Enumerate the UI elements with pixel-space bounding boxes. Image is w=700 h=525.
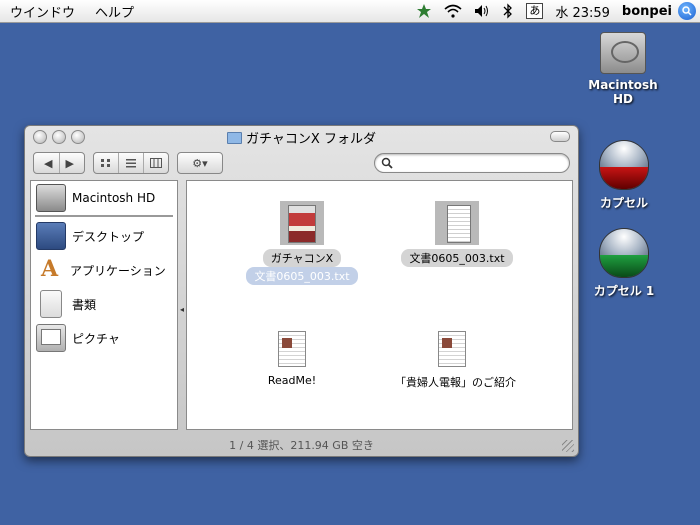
sidebar-item-applications[interactable]: アプリケーション (31, 253, 177, 287)
file-item[interactable]: ガチャコンX 文書0605_003.txt (242, 201, 362, 285)
view-buttons (93, 152, 169, 174)
folder-icon (227, 131, 243, 144)
window-content: Macintosh HD デスクトップ アプリケーション 書類 ピクチャ ◂ (30, 180, 573, 430)
menu-bar: ウインドウ ヘルプ あ 水 23:59 bonpei (0, 0, 700, 23)
menu-help[interactable]: ヘルプ (85, 2, 144, 21)
search-icon (381, 157, 393, 169)
capsule-icon (599, 140, 649, 190)
file-item[interactable]: 「貴婦人電報」のご紹介 (387, 331, 517, 391)
file-name: ReadMe! (267, 374, 317, 387)
volume-icon[interactable] (468, 4, 496, 18)
toolbar-toggle-button[interactable] (550, 131, 570, 142)
desktop-capsule[interactable]: カプセル (586, 140, 662, 211)
document-icon (278, 331, 306, 367)
sidebar-item-pictures[interactable]: ピクチャ (31, 321, 177, 355)
back-button[interactable]: ◀ (38, 153, 60, 173)
status-bar: 1 / 4 選択、211.94 GB 空き (229, 439, 374, 452)
image-file-icon (280, 201, 324, 245)
desktop-capsule-label: カプセル (599, 196, 648, 210)
bluetooth-icon[interactable] (496, 3, 520, 19)
search-input[interactable] (393, 155, 569, 171)
menu-extras: あ 水 23:59 bonpei (410, 0, 700, 22)
sidebar-item-desktop[interactable]: デスクトップ (31, 219, 177, 253)
sidebar-item-label: Macintosh HD (72, 191, 156, 205)
resize-grip[interactable] (562, 440, 574, 452)
file-item[interactable]: 文書0605_003.txt (392, 201, 522, 267)
rename-field[interactable]: 文書0605_003.txt (246, 267, 358, 285)
documents-icon (40, 290, 62, 318)
window-title-text: ガチャコンX フォルダ (246, 131, 376, 147)
spotlight-icon[interactable] (678, 2, 696, 20)
nav-buttons: ◀ ▶ (33, 152, 85, 174)
sidebar-item-label: デスクトップ (72, 229, 145, 244)
file-area: ガチャコンX 文書0605_003.txt 文書0605_003.txt Rea… (186, 180, 573, 430)
file-name: 「貴婦人電報」のご紹介 (395, 376, 516, 389)
menu-clock[interactable]: 水 23:59 (549, 2, 616, 21)
sidebar: Macintosh HD デスクトップ アプリケーション 書類 ピクチャ ◂ (30, 180, 184, 430)
menu-user[interactable]: bonpei (616, 4, 678, 19)
desktop-hd[interactable]: Macintosh HD (578, 32, 668, 106)
title-bar[interactable]: ガチャコンX フォルダ (25, 126, 578, 148)
hard-disk-icon (36, 184, 66, 212)
action-menu-button[interactable]: ⚙▾ (177, 152, 223, 174)
file-item[interactable]: ReadMe! (252, 331, 332, 388)
sidebar-resize-handle[interactable]: ◂ (180, 305, 184, 314)
sidebar-item-documents[interactable]: 書類 (31, 287, 177, 321)
sidebar-item-label: ピクチャ (72, 331, 120, 346)
list-view-button[interactable] (119, 153, 144, 173)
finder-window: ガチャコンX フォルダ ◀ ▶ ⚙▾ Macintosh HD デスクトップ A… (24, 125, 579, 457)
desktop-capsule-1[interactable]: カプセル 1 (586, 228, 662, 299)
text-file-icon (435, 201, 479, 245)
search-field[interactable] (374, 153, 570, 173)
applications-icon (36, 256, 64, 283)
sidebar-divider (35, 215, 173, 217)
forward-button[interactable]: ▶ (60, 153, 80, 173)
column-view-button[interactable] (144, 153, 168, 173)
leaf-icon[interactable] (410, 3, 438, 19)
gear-icon: ⚙▾ (192, 156, 208, 170)
desktop-icon (36, 222, 66, 250)
pictures-icon (36, 324, 66, 352)
wifi-icon[interactable] (438, 4, 468, 18)
toolbar: ◀ ▶ ⚙▾ (25, 148, 578, 178)
desktop-capsule-1-label: カプセル 1 (593, 284, 655, 298)
hard-disk-icon (600, 32, 646, 74)
icon-view-button[interactable] (94, 153, 119, 173)
sidebar-item-label: 書類 (72, 297, 97, 312)
file-name: 文書0605_003.txt (401, 249, 513, 267)
document-icon (438, 331, 466, 367)
menu-window[interactable]: ウインドウ (0, 2, 85, 21)
sidebar-item-macintosh-hd[interactable]: Macintosh HD (31, 181, 177, 215)
sidebar-item-label: アプリケーション (70, 263, 166, 278)
capsule-icon (599, 228, 649, 278)
input-method-icon[interactable]: あ (520, 3, 549, 19)
window-title: ガチャコンX フォルダ (25, 128, 578, 147)
file-name: ガチャコンX (262, 249, 342, 267)
desktop-hd-label: Macintosh HD (588, 78, 658, 106)
